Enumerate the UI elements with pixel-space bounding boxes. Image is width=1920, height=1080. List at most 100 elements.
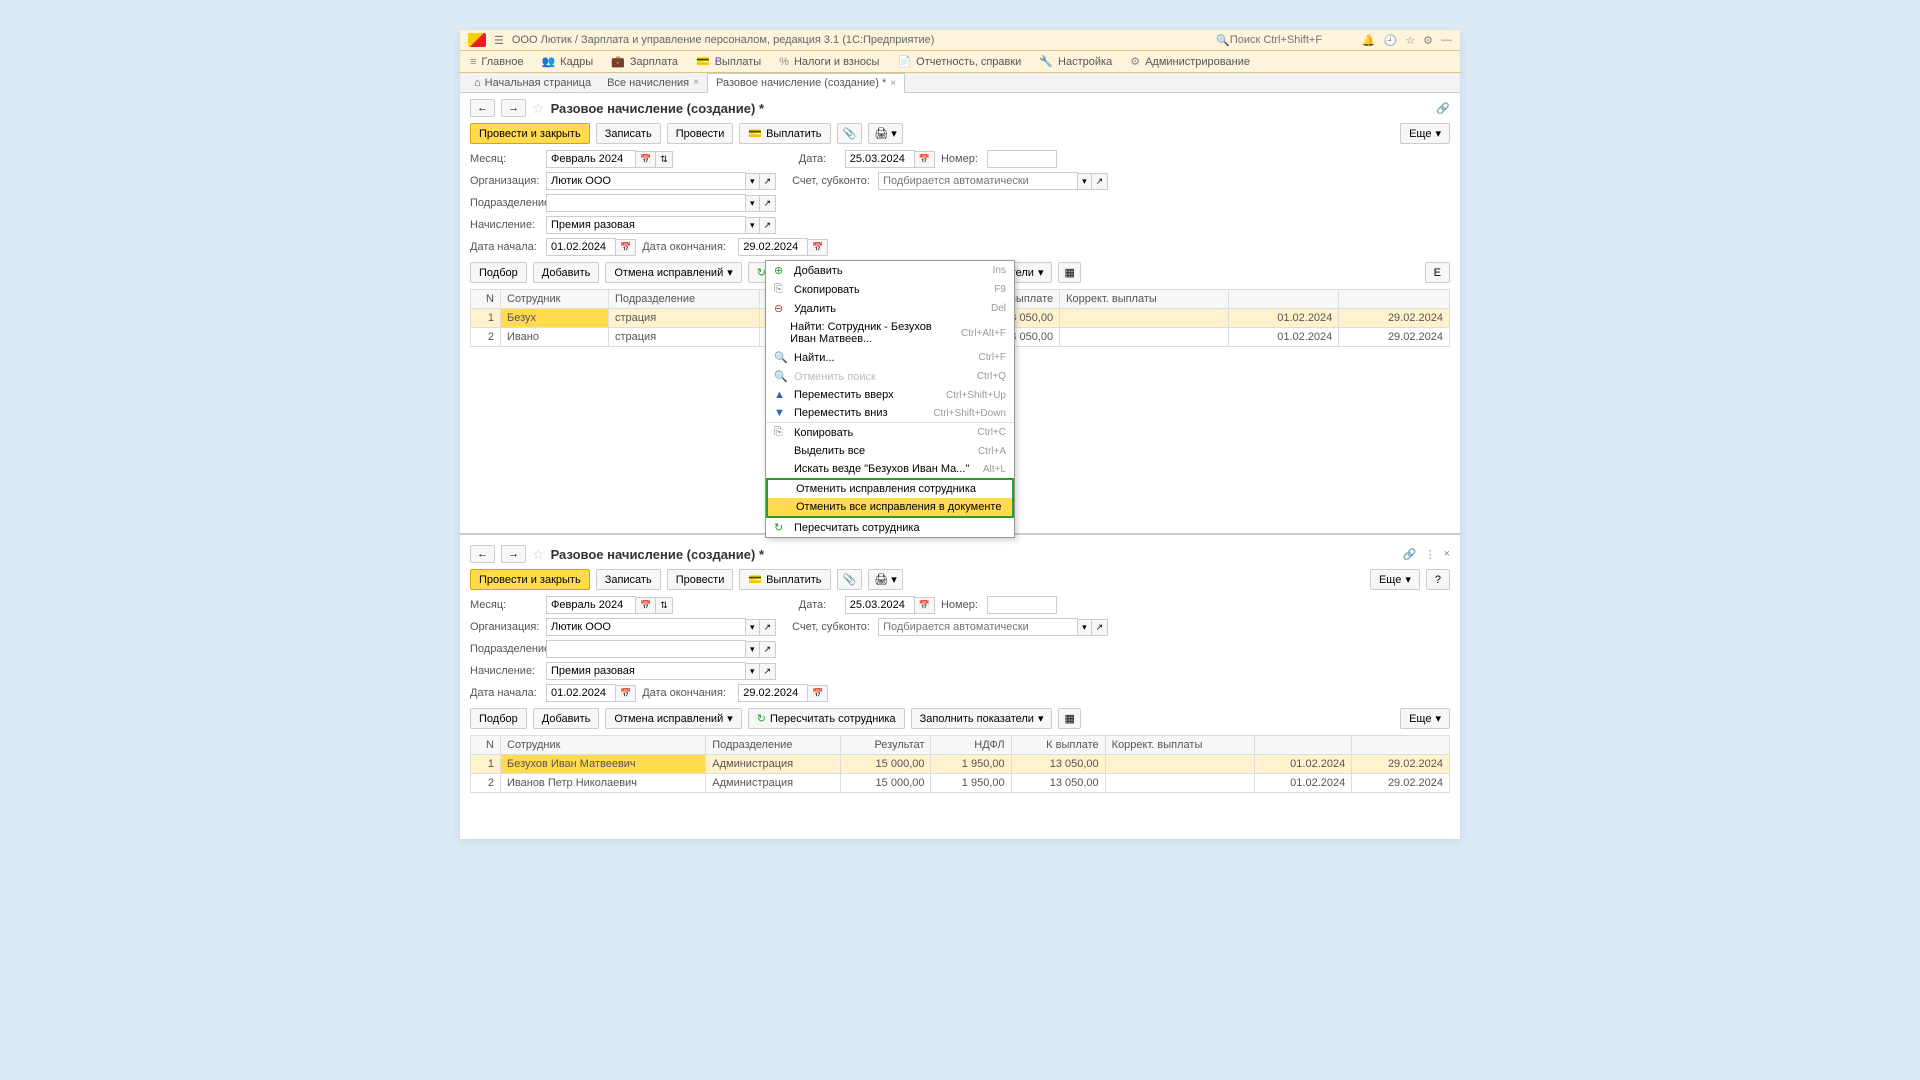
eshche-table-button[interactable]: Е [1425, 262, 1450, 283]
print-button[interactable]: 🖨 ▾ [868, 569, 903, 590]
ctx-item[interactable]: ↻Пересчитать сотрудника [766, 518, 1014, 537]
vyplatit-button[interactable]: 💳Выплатить [739, 569, 830, 590]
bell-icon[interactable]: 🔔 [1362, 34, 1376, 47]
provesti-zakryt-button[interactable]: Провести и закрыть [470, 123, 590, 144]
ctx-item[interactable]: Искать везде "Безухов Иван Ма..."Alt+L [766, 460, 1014, 478]
dropdown-icon[interactable]: ▾ [746, 173, 760, 190]
date-end-input[interactable] [738, 684, 808, 702]
favorite-icon[interactable]: ☆ [532, 100, 545, 117]
ctx-item[interactable]: Найти: Сотрудник - Безухов Иван Матвеев.… [766, 318, 1014, 348]
close-icon[interactable]: × [890, 78, 896, 89]
settings-icon[interactable]: ⚙ [1423, 34, 1433, 47]
nav-fwd[interactable]: → [501, 99, 526, 117]
menu-Кадры[interactable]: 👥Кадры [541, 55, 593, 68]
ctx-item[interactable]: 🔍Отменить поискCtrl+Q [766, 367, 1014, 386]
date-input[interactable] [845, 596, 915, 614]
date-end-input[interactable] [738, 238, 808, 256]
nav-back[interactable]: ← [470, 99, 495, 117]
attach-button[interactable]: 📎 [837, 569, 863, 590]
open-icon[interactable]: ↗ [760, 173, 777, 190]
menu-Главное[interactable]: ≡Главное [470, 55, 523, 68]
org-input[interactable] [546, 172, 746, 190]
print-button[interactable]: 🖨 ▾ [868, 123, 903, 144]
menu-Администрирование[interactable]: ⚙Администрирование [1130, 55, 1250, 68]
link-icon[interactable]: 🔗 [1436, 102, 1450, 115]
ctx-item[interactable]: 🔍Найти...Ctrl+F [766, 348, 1014, 367]
menu-Настройка[interactable]: 🔧Настройка [1039, 55, 1112, 68]
calendar-icon[interactable]: 📅 [636, 151, 656, 168]
dept-input[interactable] [546, 640, 746, 658]
menu-Зарплата[interactable]: 💼Зарплата [611, 55, 678, 68]
ctx-item[interactable]: ▲Переместить вверхCtrl+Shift+Up [766, 386, 1014, 404]
minimize-icon[interactable]: — [1441, 34, 1452, 47]
zapisat-button[interactable]: Записать [596, 569, 661, 590]
accrual-input[interactable] [546, 216, 746, 234]
accrual-input[interactable] [546, 662, 746, 680]
provesti-button[interactable]: Провести [667, 569, 734, 590]
ctx-item[interactable]: Отменить исправления сотрудника [768, 480, 1012, 498]
dobavit-button[interactable]: Добавить [533, 262, 600, 283]
table-icon-button[interactable]: ▦ [1058, 708, 1080, 729]
menu-Отчетность, справки[interactable]: 📄Отчетность, справки [897, 55, 1021, 68]
menu-Налоги и взносы[interactable]: %Налоги и взносы [779, 55, 879, 68]
eshche-table-button[interactable]: Еще ▾ [1400, 708, 1450, 729]
fill-button[interactable]: Заполнить показатели ▾ [911, 708, 1053, 729]
podbor-button[interactable]: Подбор [470, 708, 527, 729]
provesti-button[interactable]: Провести [667, 123, 734, 144]
nav-fwd[interactable]: → [501, 545, 526, 563]
table-row[interactable]: 1Безухов Иван МатвеевичАдминистрация15 0… [471, 755, 1450, 774]
history-icon[interactable]: 🕘 [1384, 34, 1398, 47]
otmena-button[interactable]: Отмена исправлений ▾ [605, 708, 741, 729]
calendar-icon[interactable]: 📅 [616, 239, 636, 256]
tab[interactable]: Все начисления× [599, 73, 707, 92]
ctx-item[interactable]: ⊕ДобавитьIns [766, 261, 1014, 280]
provesti-zakryt-button[interactable]: Провести и закрыть [470, 569, 590, 590]
link-icon[interactable]: 🔗 [1403, 548, 1417, 561]
help-button[interactable]: ? [1426, 569, 1450, 590]
table-row[interactable]: 2Иванов Петр НиколаевичАдминистрация15 0… [471, 774, 1450, 793]
open-icon[interactable]: ↗ [1092, 173, 1109, 190]
ctx-item[interactable]: ⊖УдалитьDel [766, 299, 1014, 318]
dept-input[interactable] [546, 194, 746, 212]
account-input[interactable] [878, 618, 1078, 636]
ctx-item[interactable]: ⎘КопироватьCtrl+C [766, 423, 1014, 442]
close-icon[interactable]: × [1444, 548, 1450, 561]
open-icon[interactable]: ↗ [760, 217, 777, 234]
attach-button[interactable]: 📎 [837, 123, 863, 144]
favorite-icon[interactable]: ☆ [532, 546, 545, 563]
eshche-button[interactable]: Еще ▾ [1400, 123, 1450, 144]
table-icon-button[interactable]: ▦ [1058, 262, 1080, 283]
star-icon[interactable]: ☆ [1405, 34, 1415, 47]
date-start-input[interactable] [546, 238, 616, 256]
date-input[interactable] [845, 150, 915, 168]
month-input[interactable] [546, 596, 636, 614]
dobavit-button[interactable]: Добавить [533, 708, 600, 729]
podbor-button[interactable]: Подбор [470, 262, 527, 283]
ctx-item[interactable]: Отменить все исправления в документе [768, 498, 1012, 516]
org-input[interactable] [546, 618, 746, 636]
dropdown-icon[interactable]: ▾ [1078, 173, 1092, 190]
tab[interactable]: ⌂Начальная страница [466, 73, 599, 92]
date-start-input[interactable] [546, 684, 616, 702]
ctx-item[interactable]: ⎘СкопироватьF9 [766, 280, 1014, 299]
otmena-button[interactable]: Отмена исправлений ▾ [605, 262, 741, 283]
ctx-item[interactable]: ▼Переместить внизCtrl+Shift+Down [766, 404, 1014, 422]
recalc-button[interactable]: ↻Пересчитать сотрудника [748, 708, 905, 729]
month-input[interactable] [546, 150, 636, 168]
account-input[interactable] [878, 172, 1078, 190]
open-icon[interactable]: ↗ [760, 195, 777, 212]
ctx-item[interactable]: Выделить всеCtrl+A [766, 442, 1014, 460]
eshche-button[interactable]: Еще ▾ [1370, 569, 1420, 590]
spinner-icon[interactable]: ⇅ [656, 151, 673, 168]
search-input[interactable] [1230, 34, 1350, 46]
number-input[interactable] [987, 150, 1057, 168]
number-input[interactable] [987, 596, 1057, 614]
vyplatit-button[interactable]: 💳Выплатить [739, 123, 830, 144]
nav-back[interactable]: ← [470, 545, 495, 563]
calendar-icon[interactable]: 📅 [915, 151, 935, 168]
search-box[interactable]: 🔍 [1216, 34, 1350, 47]
menu-Выплаты[interactable]: 💳Выплаты [696, 55, 761, 68]
dropdown-icon[interactable]: ▾ [746, 195, 760, 212]
calendar-icon[interactable]: 📅 [808, 239, 828, 256]
close-icon[interactable]: × [693, 77, 699, 88]
